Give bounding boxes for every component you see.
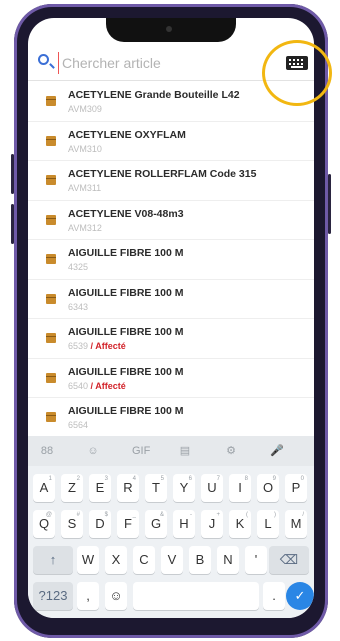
list-item[interactable]: ACETYLENE OXYFLAM AVM310 [28, 122, 314, 161]
key-row3[interactable]: N [217, 546, 239, 574]
key-row3[interactable]: W [77, 546, 99, 574]
key-r[interactable]: R4 [117, 474, 139, 502]
box-icon [46, 254, 56, 264]
camera [166, 26, 172, 32]
item-title: AIGUILLE FIBRE 100 M [68, 247, 184, 259]
list-item[interactable]: ACETYLENE V08-48m3 AVM312 [28, 201, 314, 240]
key-row3[interactable]: V [161, 546, 183, 574]
mic-icon[interactable]: 🎤 [270, 444, 284, 458]
notch [106, 18, 236, 42]
item-title: AIGUILLE FIBRE 100 M [68, 326, 184, 338]
period-key[interactable]: . [263, 582, 285, 610]
status-flag: / Affecté [90, 380, 126, 391]
list-item[interactable]: AIGUILLE FIBRE 100 M 6564 [28, 398, 314, 438]
sticker-icon[interactable]: ☺ [86, 444, 100, 458]
key-m[interactable]: M / [285, 510, 307, 538]
volume-button [11, 154, 14, 194]
box-icon [46, 214, 56, 225]
key-j[interactable]: J + [201, 510, 223, 538]
box-icon [46, 412, 56, 422]
clipboard-icon[interactable]: ▤ [178, 444, 192, 458]
box-icon [46, 96, 56, 106]
keyboard-toolbar: 88 ☺ GIF ▤ ⚙ 🎤 [28, 436, 314, 466]
list-item[interactable]: AIGUILLE FIBRE 100 M 6539 / Affecté [28, 319, 314, 359]
backspace-key[interactable]: ⌫ [269, 546, 309, 574]
item-title: ACETYLENE Grande Bouteille L42 [68, 89, 240, 101]
key-z[interactable]: Z2 [61, 474, 83, 502]
key-t[interactable]: T5 [145, 474, 167, 502]
item-code: 6343 [68, 301, 89, 312]
search-icon[interactable] [38, 54, 49, 65]
key-s[interactable]: S # [61, 510, 83, 538]
key-y[interactable]: Y6 [173, 474, 195, 502]
key-o[interactable]: O9 [257, 474, 279, 502]
app-screen: ACETYLENE Grande Bouteille L42 AVM309 ACE… [28, 18, 314, 618]
article-list: ACETYLENE Grande Bouteille L42 AVM309 ACE… [28, 82, 314, 438]
settings-icon[interactable]: ⚙ [224, 444, 238, 458]
key-q[interactable]: Q @ [33, 510, 55, 538]
item-code: 6564 [68, 420, 89, 430]
highlight-ring [262, 40, 332, 106]
search-input[interactable] [58, 52, 264, 74]
space-key[interactable] [133, 582, 259, 610]
item-code: 6539 / Affecté [68, 341, 126, 351]
key-k[interactable]: K( [229, 510, 251, 538]
list-item[interactable]: ACETYLENE ROLLERFLAM Code 315 AVM311 [28, 161, 314, 201]
box-icon [46, 293, 56, 304]
box-icon [46, 372, 56, 383]
box-icon [46, 175, 56, 185]
item-title: AIGUILLE FIBRE 100 M [68, 405, 184, 417]
item-title: ACETYLENE OXYFLAM [68, 128, 186, 141]
item-title: AIGUILLE FIBRE 100 M [68, 365, 184, 378]
key-row3[interactable]: B [189, 546, 211, 574]
symbols-key[interactable]: ?123 [33, 582, 73, 610]
power-button [328, 174, 331, 234]
list-item[interactable]: AIGUILLE FIBRE 100 M 4325 [28, 240, 314, 280]
item-code: 6540 / Affecté [68, 380, 126, 391]
key-g[interactable]: G & [145, 510, 167, 538]
key-f[interactable]: F _ [117, 510, 139, 538]
key-i[interactable]: I8 [229, 474, 251, 502]
box-icon [46, 135, 56, 146]
item-title: AIGUILLE FIBRE 100 M [68, 286, 184, 299]
item-code: 4325 [68, 262, 89, 272]
item-title: ACETYLENE V08-48m3 [68, 207, 184, 220]
emoji-key[interactable]: ☺ [105, 582, 127, 610]
key-p[interactable]: P0 [285, 474, 307, 502]
key-row3[interactable]: X [105, 546, 127, 574]
key-h[interactable]: H- [173, 510, 195, 538]
grid-icon[interactable]: 88 [40, 444, 54, 458]
list-item[interactable]: AIGUILLE FIBRE 100 M 6343 [28, 280, 314, 319]
item-code: AVM311 [68, 183, 102, 193]
comma-key[interactable]: , [77, 582, 99, 610]
item-code: AVM312 [68, 222, 102, 233]
volume-button [11, 204, 14, 244]
key-row3[interactable]: ' [245, 546, 267, 574]
key-l[interactable]: L) [257, 510, 279, 538]
shift-key[interactable]: ↑ [33, 546, 73, 574]
box-icon [46, 333, 56, 343]
item-title: ACETYLENE ROLLERFLAM Code 315 [68, 168, 257, 180]
status-flag: / Affecté [90, 341, 126, 351]
key-u[interactable]: U7 [201, 474, 223, 502]
item-code: AVM309 [68, 104, 102, 114]
gif-icon[interactable]: GIF [132, 444, 150, 458]
virtual-keyboard: 88 ☺ GIF ▤ ⚙ 🎤 A 1 Z 2 E 3 R 4 T 5 Y 6 U 7 I 8 O 9 P 0 Q @ S # D $ F _ G &… [28, 436, 314, 618]
key-e[interactable]: E3 [89, 474, 111, 502]
list-item[interactable]: AIGUILLE FIBRE 100 M 6540 / Affecté [28, 359, 314, 398]
key-row3[interactable]: C [133, 546, 155, 574]
key-d[interactable]: D $ [89, 510, 111, 538]
item-code: AVM310 [68, 143, 102, 154]
enter-key[interactable]: ✓ [286, 582, 314, 610]
key-a[interactable]: A1 [33, 474, 55, 502]
